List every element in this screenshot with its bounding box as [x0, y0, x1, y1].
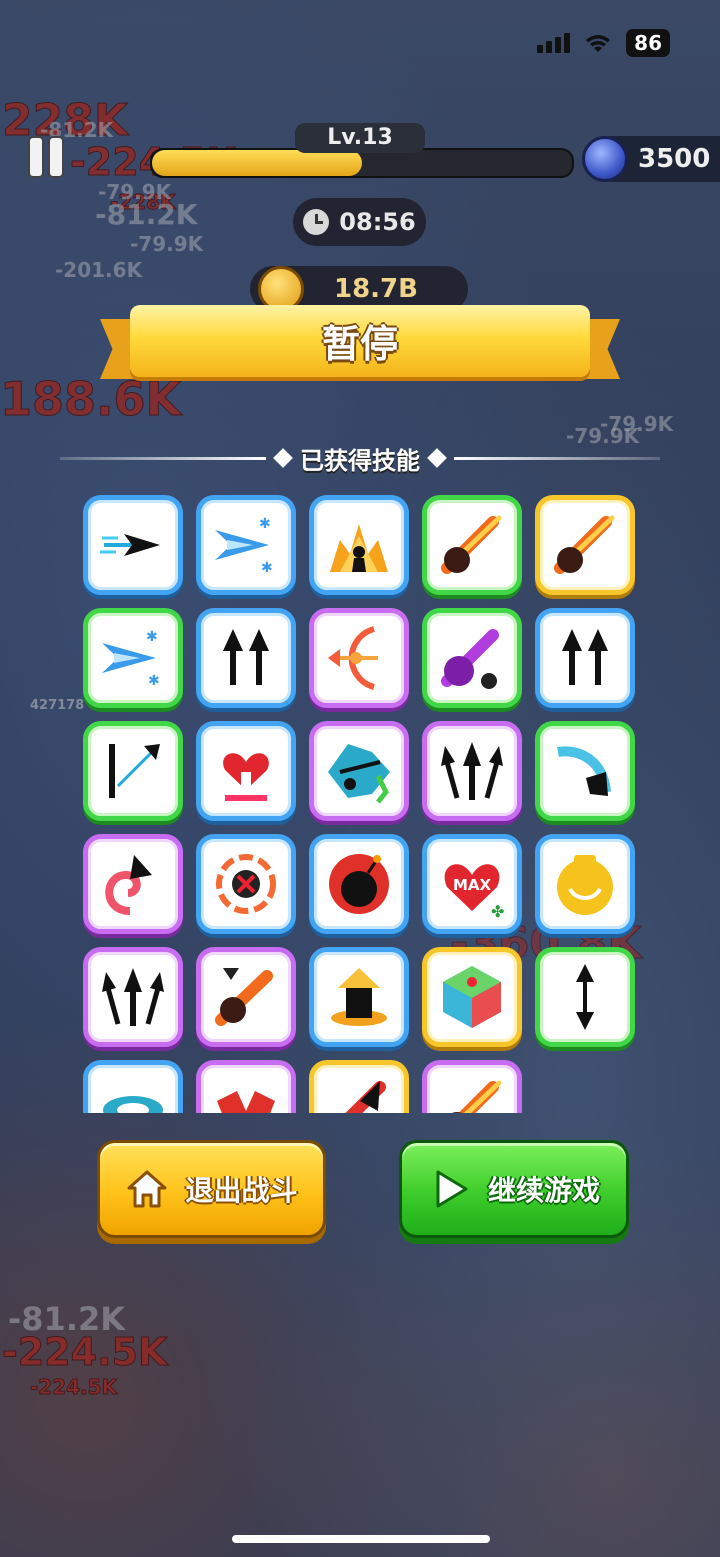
skill-slot[interactable]: [535, 834, 635, 934]
svg-text:✤: ✤: [491, 902, 504, 921]
demon-meteor-icon: [215, 968, 273, 1026]
double-arrow-icon: [223, 629, 269, 685]
exit-battle-button[interactable]: 退出战斗: [97, 1140, 326, 1238]
pause-title: 暂停: [321, 322, 398, 366]
gold-potion-icon: [557, 855, 613, 915]
skill-slot[interactable]: [535, 721, 635, 821]
target-cross-icon: [216, 854, 276, 914]
svg-text:✱: ✱: [146, 629, 158, 645]
skill-slot[interactable]: [196, 834, 296, 934]
archer-boost-icon: [328, 744, 390, 804]
skill-slot[interactable]: [83, 947, 183, 1047]
dash-arrow-icon: [100, 534, 160, 556]
skill-slot[interactable]: [535, 947, 635, 1047]
divider-left: [60, 456, 266, 460]
cellular-signal-icon: [537, 33, 571, 53]
gem-icon: [582, 136, 628, 182]
skill-slot[interactable]: [196, 608, 296, 708]
skill-slot[interactable]: [309, 721, 409, 821]
gold-value: 18.7B: [334, 274, 418, 304]
battery-indicator: 86: [626, 29, 670, 57]
skill-slot[interactable]: ✱ ✱: [83, 608, 183, 708]
demon-wings-icon: [217, 1091, 275, 1113]
skull-meteor-icon: [441, 515, 502, 574]
skill-slot[interactable]: ✱ ✱: [196, 495, 296, 595]
xp-progress-fill: [152, 150, 362, 176]
ice-arrow-icon: ✱✱: [215, 516, 273, 576]
skills-grid: ✱ ✱ ✱ ✱ MAX ✤: [80, 495, 646, 1113]
skill-slot[interactable]: [196, 721, 296, 821]
max-heart-icon: MAX ✤: [444, 864, 504, 921]
fire-meteor-icon: [554, 515, 615, 574]
skill-slot[interactable]: [309, 608, 409, 708]
skill-slot[interactable]: [309, 947, 409, 1047]
diamond-icon: [427, 448, 447, 468]
element-dice-icon: [443, 966, 501, 1028]
triple-arrow-icon: [102, 968, 164, 1026]
wifi-icon: [586, 35, 611, 52]
skill-slot[interactable]: [422, 721, 522, 821]
skill-slot[interactable]: [422, 608, 522, 708]
ricochet-arrow-icon: [109, 744, 160, 798]
match-timer: 08:56: [293, 198, 426, 246]
exit-battle-label: 退出战斗: [185, 1174, 298, 1207]
skill-slot[interactable]: [535, 495, 635, 595]
skill-slot[interactable]: [422, 947, 522, 1047]
spiral-arrow-icon: [105, 855, 152, 915]
section-title: 已获得技能: [300, 446, 420, 475]
skill-slot[interactable]: [196, 1060, 296, 1113]
vortex-icon: [103, 1096, 163, 1113]
skill-slot[interactable]: [83, 495, 183, 595]
bomb-icon: [329, 854, 389, 914]
timer-value: 08:56: [339, 208, 416, 236]
play-icon: [436, 1170, 468, 1208]
triple-arrow-icon: [441, 742, 503, 800]
flame-meteor-icon: [452, 1080, 502, 1113]
skill-slot[interactable]: [422, 495, 522, 595]
winged-bow-icon: [328, 626, 378, 690]
skill-slot[interactable]: [535, 608, 635, 708]
level-label: Lv.13: [295, 123, 425, 153]
skills-grid-scroll[interactable]: ✱ ✱ ✱ ✱ MAX ✤: [80, 495, 646, 1113]
shadow-blade-icon: [345, 1081, 386, 1113]
home-icon: [127, 1170, 167, 1208]
frost-bomb-icon: ✱✱: [102, 629, 160, 689]
continue-game-button[interactable]: 继续游戏: [399, 1140, 629, 1238]
diamond-icon: [273, 448, 293, 468]
skill-slot[interactable]: [83, 721, 183, 821]
two-way-arrow-icon: [576, 964, 594, 1030]
dark-swing-icon: [557, 746, 611, 796]
poison-meteor-icon: [441, 629, 499, 689]
svg-text:MAX: MAX: [453, 876, 492, 894]
gem-counter: 3500: [582, 136, 720, 182]
pause-title-banner: 暂停: [100, 305, 620, 385]
pause-button[interactable]: [24, 135, 68, 179]
home-indicator[interactable]: [232, 1535, 490, 1543]
skill-slot[interactable]: [309, 1060, 409, 1113]
svg-text:✱: ✱: [259, 516, 271, 532]
clock-icon: [303, 209, 330, 235]
skill-slot[interactable]: MAX ✤: [422, 834, 522, 934]
skill-slot[interactable]: [309, 495, 409, 595]
skill-slot[interactable]: [83, 1060, 183, 1113]
fire-pillar-icon: [331, 968, 387, 1026]
skill-slot[interactable]: [422, 1060, 522, 1113]
gem-count: 3500: [638, 144, 711, 174]
skill-slot[interactable]: [309, 834, 409, 934]
skill-slot[interactable]: [83, 834, 183, 934]
skill-slot[interactable]: [196, 947, 296, 1047]
svg-text:✱: ✱: [261, 560, 273, 576]
double-arrow-icon: [562, 629, 608, 685]
broken-heart-icon: [223, 753, 269, 801]
svg-text:✱: ✱: [148, 673, 160, 689]
heart-burst-icon: [330, 524, 388, 572]
continue-game-label: 继续游戏: [487, 1174, 600, 1207]
status-bar: 86: [537, 26, 670, 60]
divider-right: [454, 456, 660, 460]
acquired-skills-heading: 已获得技能: [60, 440, 660, 476]
